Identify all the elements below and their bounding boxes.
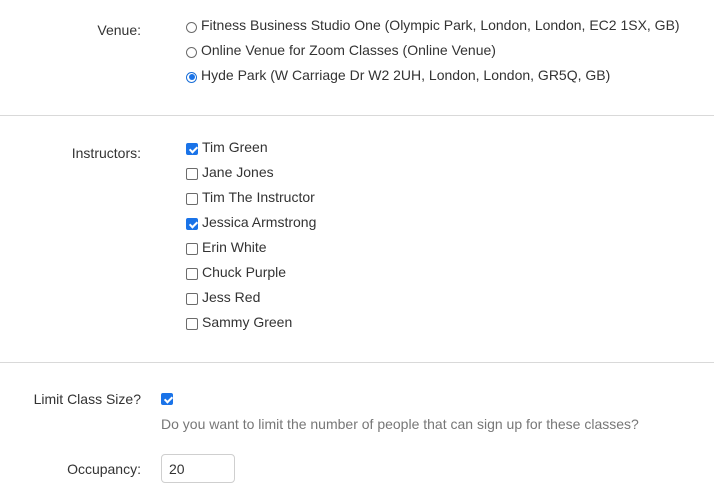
instructor-jane-jones[interactable]: Jane Jones <box>186 162 274 182</box>
radio-hyde-park[interactable] <box>186 71 197 83</box>
instructor-sammy-green[interactable]: Sammy Green <box>186 312 292 332</box>
limit-class-size-checkbox[interactable] <box>161 393 173 405</box>
instructor-label: Chuck Purple <box>202 264 287 280</box>
instructor-label: Jane Jones <box>202 164 274 180</box>
checkbox-jess-red[interactable] <box>186 293 198 305</box>
checkbox-jane-jones[interactable] <box>186 168 198 180</box>
checkbox-chuck-purple[interactable] <box>186 268 198 280</box>
venue-option-label: Online Venue for Zoom Classes (Online Ve… <box>201 42 496 58</box>
checkbox-jessica-armstrong[interactable] <box>186 218 198 230</box>
venue-option-label: Hyde Park (W Carriage Dr W2 2UH, London,… <box>201 67 611 83</box>
radio-online-zoom[interactable] <box>186 46 197 58</box>
instructor-label: Jessica Armstrong <box>202 214 317 230</box>
instructor-label: Tim The Instructor <box>202 189 315 205</box>
venue-option-online-zoom[interactable]: Online Venue for Zoom Classes (Online Ve… <box>186 40 496 60</box>
venue-option-fitness-studio[interactable]: Fitness Business Studio One (Olympic Par… <box>186 15 680 35</box>
limit-class-size-help: Do you want to limit the number of peopl… <box>161 416 639 432</box>
checkbox-erin-white[interactable] <box>186 243 198 255</box>
instructor-jessica-armstrong[interactable]: Jessica Armstrong <box>186 212 316 232</box>
instructor-erin-white[interactable]: Erin White <box>186 237 267 257</box>
venue-label: Venue: <box>97 22 141 38</box>
radio-fitness-studio[interactable] <box>186 21 197 33</box>
instructor-tim-green[interactable]: Tim Green <box>186 137 268 157</box>
section-divider <box>0 362 714 363</box>
instructor-label: Sammy Green <box>202 314 293 330</box>
checkbox-sammy-green[interactable] <box>186 318 198 330</box>
venue-option-hyde-park[interactable]: Hyde Park (W Carriage Dr W2 2UH, London,… <box>186 65 610 85</box>
instructor-jess-red[interactable]: Jess Red <box>186 287 260 307</box>
checkbox-tim-the-instructor[interactable] <box>186 193 198 205</box>
instructor-label: Jess Red <box>202 289 261 305</box>
instructors-label: Instructors: <box>71 145 141 161</box>
limit-class-size-label: Limit Class Size? <box>33 391 141 407</box>
instructor-chuck-purple[interactable]: Chuck Purple <box>186 262 286 282</box>
occupancy-label: Occupancy: <box>67 461 141 477</box>
limit-class-size-toggle[interactable] <box>161 387 173 407</box>
section-divider <box>0 115 714 116</box>
instructor-tim-the-instructor[interactable]: Tim The Instructor <box>186 187 315 207</box>
checkbox-tim-green[interactable] <box>186 143 198 155</box>
occupancy-input[interactable] <box>161 454 235 483</box>
instructor-label: Erin White <box>202 239 267 255</box>
instructor-label: Tim Green <box>202 139 268 155</box>
venue-option-label: Fitness Business Studio One (Olympic Par… <box>201 17 680 33</box>
